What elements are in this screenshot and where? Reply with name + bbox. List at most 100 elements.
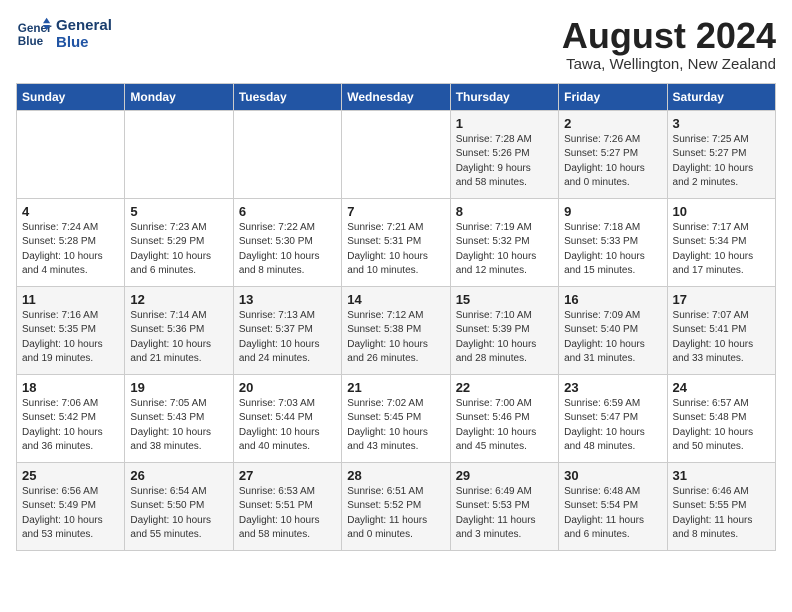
calendar-cell: 19Sunrise: 7:05 AM Sunset: 5:43 PM Dayli…: [125, 374, 233, 462]
calendar-cell: 21 Sunrise: 7:02 AM Sunset: 5:45 PM Dayli…: [342, 374, 450, 462]
weekday-header-friday: Friday: [559, 83, 667, 110]
day-info: Sunrise: 7:09 AM Sunset: 5:40 PM Dayligh…: [564, 309, 661, 367]
calendar-cell: 18Sunrise: 7:06 AM Sunset: 5:42 PM Dayli…: [17, 374, 125, 462]
day-info: Sunrise: 6:49 AM Sunset: 5:53 PM Dayligh…: [456, 485, 553, 543]
day-info: Sunrise: 7:02 AM Sunset: 5:45 PM Dayligh…: [347, 397, 444, 455]
day-number: 1: [456, 116, 553, 131]
calendar-cell: 20 Sunrise: 7:03 AM Sunset: 5:44 PM Dayli…: [233, 374, 341, 462]
day-number: 9: [564, 204, 661, 219]
calendar-cell: 13Sunrise: 7:13 AM Sunset: 5:37 PM Dayli…: [233, 286, 341, 374]
svg-text:Blue: Blue: [18, 35, 44, 48]
day-info: Sunrise: 7:18 AM Sunset: 5:33 PM Dayligh…: [564, 221, 661, 279]
calendar-cell: 2Sunrise: 7:26 AM Sunset: 5:27 PM Daylig…: [559, 110, 667, 198]
calendar-table: SundayMondayTuesdayWednesdayThursdayFrid…: [16, 83, 776, 551]
calendar-week-row: 18Sunrise: 7:06 AM Sunset: 5:42 PM Dayli…: [17, 374, 776, 462]
day-info: Sunrise: 6:46 AM Sunset: 5:55 PM Dayligh…: [673, 485, 770, 543]
day-number: 6: [239, 204, 336, 219]
day-number: 21: [347, 380, 444, 395]
day-number: 8: [456, 204, 553, 219]
day-number: 15: [456, 292, 553, 307]
calendar-cell: 5Sunrise: 7:23 AM Sunset: 5:29 PM Daylig…: [125, 198, 233, 286]
calendar-cell: 22 Sunrise: 7:00 AM Sunset: 5:46 PM Dayli…: [450, 374, 558, 462]
calendar-week-row: 1 Sunrise: 7:28 AM Sunset: 5:26 PM Daylig…: [17, 110, 776, 198]
day-info: Sunrise: 6:54 AM Sunset: 5:50 PM Dayligh…: [130, 485, 227, 543]
day-info: Sunrise: 6:56 AM Sunset: 5:49 PM Dayligh…: [22, 485, 119, 543]
logo: General Blue General Blue: [16, 16, 112, 52]
month-year-title: August 2024: [562, 16, 776, 56]
day-info: Sunrise: 7:28 AM Sunset: 5:26 PM Dayligh…: [456, 133, 553, 191]
day-info: Sunrise: 7:19 AM Sunset: 5:32 PM Dayligh…: [456, 221, 553, 279]
day-number: 4: [22, 204, 119, 219]
calendar-cell: 15 Sunrise: 7:10 AM Sunset: 5:39 PM Dayli…: [450, 286, 558, 374]
day-number: 2: [564, 116, 661, 131]
day-info: Sunrise: 6:57 AM Sunset: 5:48 PM Dayligh…: [673, 397, 770, 455]
day-info: Sunrise: 7:07 AM Sunset: 5:41 PM Dayligh…: [673, 309, 770, 367]
calendar-cell: 6 Sunrise: 7:22 AM Sunset: 5:30 PM Daylig…: [233, 198, 341, 286]
weekday-header-tuesday: Tuesday: [233, 83, 341, 110]
location-subtitle: Tawa, Wellington, New Zealand: [562, 56, 776, 73]
weekday-header-monday: Monday: [125, 83, 233, 110]
day-info: Sunrise: 7:17 AM Sunset: 5:34 PM Dayligh…: [673, 221, 770, 279]
day-info: Sunrise: 7:03 AM Sunset: 5:44 PM Dayligh…: [239, 397, 336, 455]
calendar-cell: 27 Sunrise: 6:53 AM Sunset: 5:51 PM Dayli…: [233, 462, 341, 550]
calendar-cell: 23Sunrise: 6:59 AM Sunset: 5:47 PM Dayli…: [559, 374, 667, 462]
logo-text-general: General: [56, 17, 112, 34]
calendar-cell: [342, 110, 450, 198]
calendar-cell: 9 Sunrise: 7:18 AM Sunset: 5:33 PM Daylig…: [559, 198, 667, 286]
day-info: Sunrise: 7:16 AM Sunset: 5:35 PM Dayligh…: [22, 309, 119, 367]
calendar-cell: 28Sunrise: 6:51 AM Sunset: 5:52 PM Dayli…: [342, 462, 450, 550]
weekday-header-wednesday: Wednesday: [342, 83, 450, 110]
calendar-cell: 10Sunrise: 7:17 AM Sunset: 5:34 PM Dayli…: [667, 198, 775, 286]
calendar-week-row: 4Sunrise: 7:24 AM Sunset: 5:28 PM Daylig…: [17, 198, 776, 286]
day-info: Sunrise: 7:22 AM Sunset: 5:30 PM Dayligh…: [239, 221, 336, 279]
weekday-header-saturday: Saturday: [667, 83, 775, 110]
day-info: Sunrise: 7:21 AM Sunset: 5:31 PM Dayligh…: [347, 221, 444, 279]
day-number: 23: [564, 380, 661, 395]
day-number: 22: [456, 380, 553, 395]
day-number: 14: [347, 292, 444, 307]
day-number: 29: [456, 468, 553, 483]
day-number: 20: [239, 380, 336, 395]
day-number: 26: [130, 468, 227, 483]
calendar-cell: 12 Sunrise: 7:14 AM Sunset: 5:36 PM Dayli…: [125, 286, 233, 374]
day-info: Sunrise: 7:00 AM Sunset: 5:46 PM Dayligh…: [456, 397, 553, 455]
calendar-cell: [125, 110, 233, 198]
weekday-header-thursday: Thursday: [450, 83, 558, 110]
calendar-cell: 31 Sunrise: 6:46 AM Sunset: 5:55 PM Dayli…: [667, 462, 775, 550]
day-number: 25: [22, 468, 119, 483]
calendar-cell: 30Sunrise: 6:48 AM Sunset: 5:54 PM Dayli…: [559, 462, 667, 550]
day-info: Sunrise: 7:05 AM Sunset: 5:43 PM Dayligh…: [130, 397, 227, 455]
calendar-cell: 4Sunrise: 7:24 AM Sunset: 5:28 PM Daylig…: [17, 198, 125, 286]
day-number: 12: [130, 292, 227, 307]
day-number: 3: [673, 116, 770, 131]
day-info: Sunrise: 6:53 AM Sunset: 5:51 PM Dayligh…: [239, 485, 336, 543]
day-number: 13: [239, 292, 336, 307]
day-number: 27: [239, 468, 336, 483]
logo-text-blue: Blue: [56, 34, 112, 51]
weekday-header-row: SundayMondayTuesdayWednesdayThursdayFrid…: [17, 83, 776, 110]
calendar-cell: 26 Sunrise: 6:54 AM Sunset: 5:50 PM Dayli…: [125, 462, 233, 550]
calendar-cell: [233, 110, 341, 198]
calendar-cell: 29 Sunrise: 6:49 AM Sunset: 5:53 PM Dayli…: [450, 462, 558, 550]
day-number: 31: [673, 468, 770, 483]
calendar-cell: 8 Sunrise: 7:19 AM Sunset: 5:32 PM Daylig…: [450, 198, 558, 286]
day-info: Sunrise: 7:14 AM Sunset: 5:36 PM Dayligh…: [130, 309, 227, 367]
day-number: 24: [673, 380, 770, 395]
logo-icon: General Blue: [16, 16, 52, 52]
calendar-cell: 24 Sunrise: 6:57 AM Sunset: 5:48 PM Dayli…: [667, 374, 775, 462]
calendar-week-row: 25 Sunrise: 6:56 AM Sunset: 5:49 PM Dayli…: [17, 462, 776, 550]
day-info: Sunrise: 7:23 AM Sunset: 5:29 PM Dayligh…: [130, 221, 227, 279]
day-info: Sunrise: 6:51 AM Sunset: 5:52 PM Dayligh…: [347, 485, 444, 543]
weekday-header-sunday: Sunday: [17, 83, 125, 110]
day-info: Sunrise: 7:12 AM Sunset: 5:38 PM Dayligh…: [347, 309, 444, 367]
calendar-cell: [17, 110, 125, 198]
day-info: Sunrise: 7:25 AM Sunset: 5:27 PM Dayligh…: [673, 133, 770, 191]
day-number: 30: [564, 468, 661, 483]
day-info: Sunrise: 7:10 AM Sunset: 5:39 PM Dayligh…: [456, 309, 553, 367]
day-number: 7: [347, 204, 444, 219]
title-block: August 2024 Tawa, Wellington, New Zealan…: [562, 16, 776, 73]
calendar-cell: 25 Sunrise: 6:56 AM Sunset: 5:49 PM Dayli…: [17, 462, 125, 550]
calendar-cell: 7 Sunrise: 7:21 AM Sunset: 5:31 PM Daylig…: [342, 198, 450, 286]
calendar-cell: 14 Sunrise: 7:12 AM Sunset: 5:38 PM Dayli…: [342, 286, 450, 374]
calendar-cell: 3 Sunrise: 7:25 AM Sunset: 5:27 PM Daylig…: [667, 110, 775, 198]
